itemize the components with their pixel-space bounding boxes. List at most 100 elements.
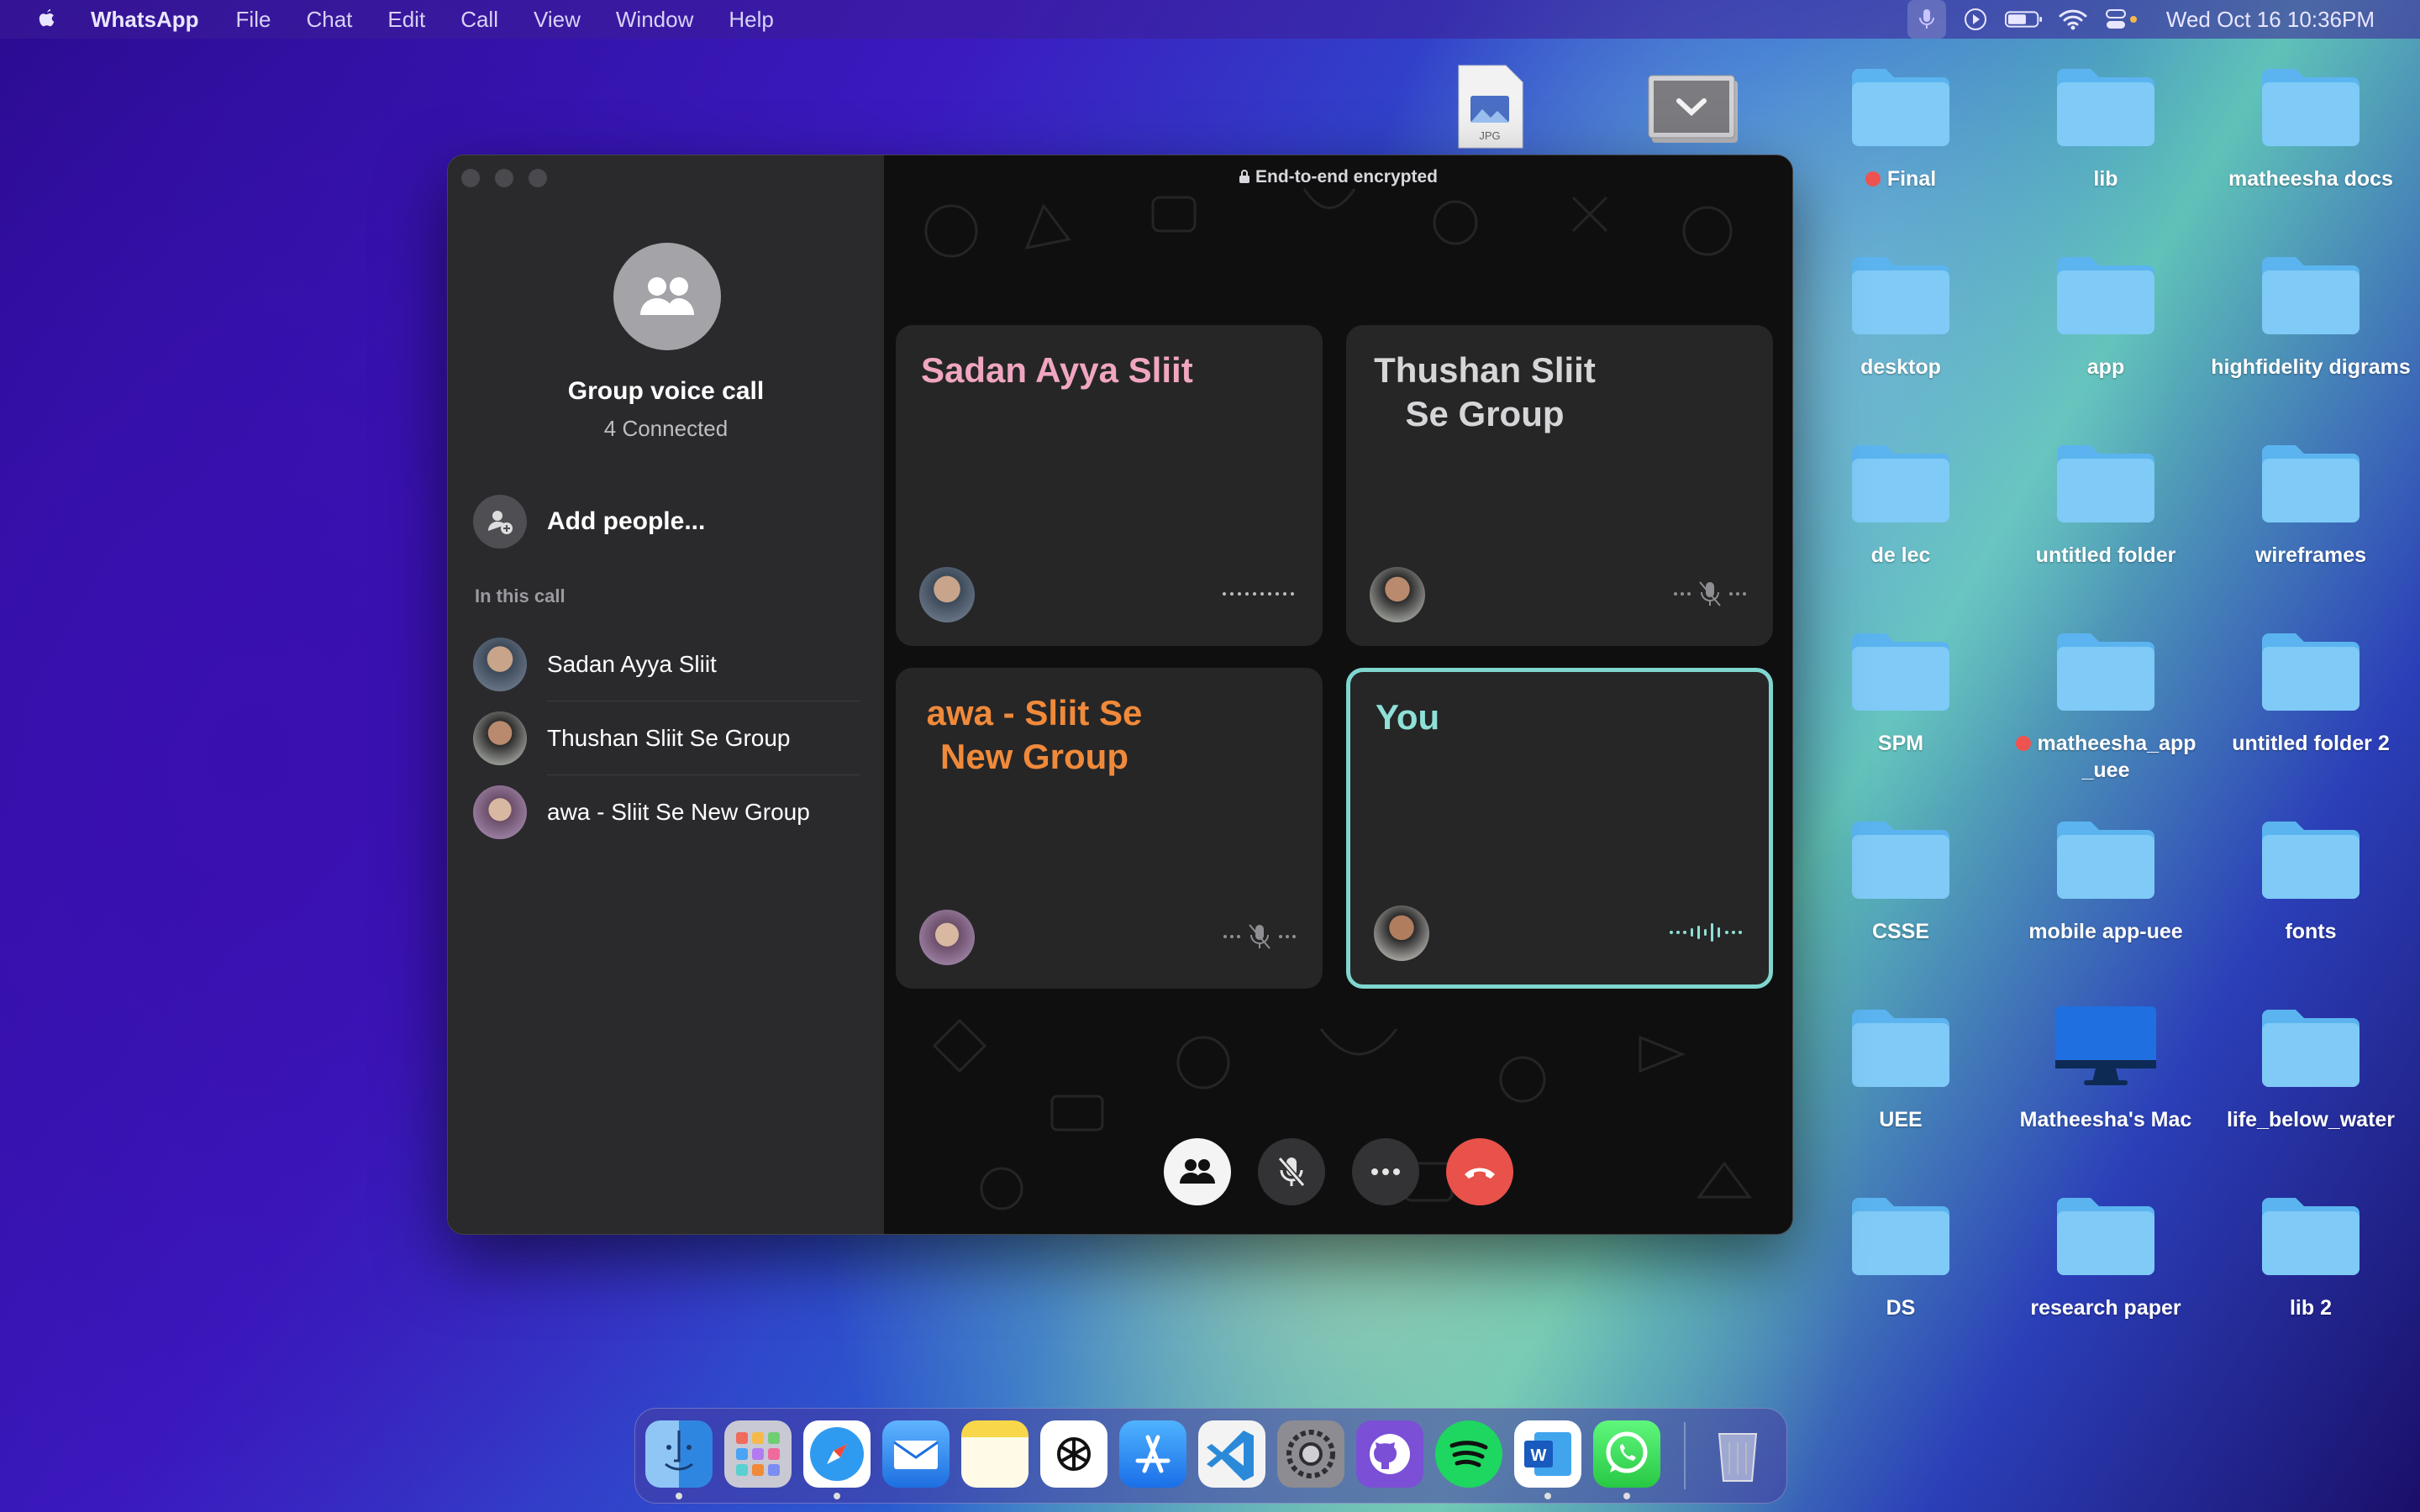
dock-chatgpt-icon[interactable] (1040, 1420, 1107, 1488)
folder-icon (2057, 69, 2154, 146)
desktop-item[interactable]: DS (1800, 1193, 2002, 1321)
zoom-window-button[interactable] (529, 169, 547, 187)
desktop-item-label: desktop (1800, 354, 2002, 381)
desktop-item-label: fonts (2210, 918, 2412, 945)
desktop-item[interactable]: de lec (1800, 440, 2002, 569)
self-tile[interactable]: You (1346, 668, 1773, 989)
desktop-item[interactable]: untitled folder 2 (2210, 628, 2412, 757)
desktop-item[interactable]: wireframes (2210, 440, 2412, 569)
encryption-text: End-to-end encrypted (1255, 167, 1438, 186)
svg-text:W: W (1531, 1446, 1547, 1465)
menu-window[interactable]: Window (616, 7, 693, 33)
participant-row[interactable]: Sadan Ayya Sliit (473, 627, 860, 701)
menu-view[interactable]: View (534, 7, 581, 33)
menu-chat[interactable]: Chat (306, 7, 352, 33)
desktop-item-label: life_below_water (2210, 1106, 2412, 1133)
mic-in-use-icon[interactable] (1907, 0, 1946, 39)
control-center-icon[interactable] (2102, 0, 2141, 39)
dock-vscode-icon[interactable] (1198, 1420, 1265, 1488)
tile-name: Thushan Sliit Se Group (1374, 350, 1596, 433)
running-indicator (676, 1493, 682, 1499)
add-people-button[interactable]: Add people... (473, 495, 705, 549)
desktop-item[interactable]: Matheesha's Mac (2005, 1005, 2207, 1133)
avatar (1370, 567, 1425, 622)
menu-edit[interactable]: Edit (387, 7, 425, 33)
desktop-item-text: app (2086, 355, 2125, 379)
battery-icon[interactable] (2004, 0, 2044, 39)
desktop-item[interactable]: matheesha_app _uee (2005, 628, 2207, 784)
participant-row[interactable]: Thushan Sliit Se Group (473, 701, 860, 775)
dock-app-store-icon[interactable] (1119, 1420, 1186, 1488)
desktop-item[interactable]: Final (1800, 64, 2002, 192)
dock-mail-icon[interactable] (882, 1420, 950, 1488)
dock-notes-icon[interactable] (961, 1420, 1028, 1488)
call-sidebar: Group voice call 4 Connected Add people.… (448, 155, 884, 1234)
dock-spotify-icon[interactable] (1435, 1420, 1502, 1488)
desktop-item[interactable]: desktop (1800, 252, 2002, 381)
menu-clock[interactable]: Wed Oct 16 10:36PM (2166, 7, 2375, 33)
add-people-label: Add people... (547, 507, 706, 535)
close-window-button[interactable] (461, 169, 480, 187)
participant-list: Sadan Ayya Sliit Thushan Sliit Se Group … (473, 627, 860, 849)
desktop-item[interactable]: life_below_water (2210, 1005, 2412, 1133)
desktop-item[interactable]: lib 2 (2210, 1193, 2412, 1321)
tile-name: You (1376, 697, 1440, 737)
desktop-item-label: CSSE (1800, 918, 2002, 945)
menu-call[interactable]: Call (460, 7, 498, 33)
dock-finder-icon[interactable] (645, 1420, 713, 1488)
avatar (473, 711, 527, 765)
dock-word-icon[interactable]: W (1514, 1420, 1581, 1488)
folder-icon (1852, 1198, 1949, 1275)
desktop-item[interactable]: research paper (2005, 1193, 2207, 1321)
desktop-item-label: app (2005, 354, 2207, 381)
desktop-item[interactable]: SPM (1800, 628, 2002, 757)
muted-indicator (1222, 920, 1297, 953)
desktop-item[interactable]: lib (2005, 64, 2207, 192)
desktop-item-label: highfidelity digrams (2210, 354, 2412, 381)
tag-dot (1865, 171, 1881, 186)
dock-github-icon[interactable] (1356, 1420, 1423, 1488)
desktop-item[interactable]: fonts (2210, 816, 2412, 945)
folder-icon (2057, 257, 2154, 334)
avatar (1374, 906, 1429, 961)
screen-recording-icon[interactable] (1956, 0, 1995, 39)
apple-menu-icon[interactable] (34, 7, 59, 32)
folder-icon (1852, 1010, 1949, 1087)
desktop-item-text: wireframes (2254, 543, 2367, 567)
tile-name: Sadan Ayya Sliit (921, 350, 1193, 390)
wifi-icon[interactable] (2054, 0, 2092, 39)
participant-tile[interactable]: Sadan Ayya Sliit (896, 325, 1323, 646)
menu-file[interactable]: File (236, 7, 271, 33)
desktop-item[interactable]: untitled folder (2005, 440, 2207, 569)
tag-dot (2015, 736, 2031, 751)
desktop-item[interactable]: highfidelity digrams (2210, 252, 2412, 381)
desktop-item[interactable]: matheesha docs (2210, 64, 2412, 192)
desktop-item[interactable]: CSSE (1800, 816, 2002, 945)
minimize-window-button[interactable] (495, 169, 513, 187)
jpg-file-icon[interactable]: JPG (1452, 62, 1528, 151)
menu-app-name[interactable]: WhatsApp (91, 7, 199, 33)
end-call-button[interactable] (1445, 1138, 1513, 1205)
desktop-item-label: UEE (1800, 1106, 2002, 1133)
desktop-item[interactable]: mobile app-uee (2005, 816, 2207, 945)
participant-tile[interactable]: Thushan Sliit Se Group (1346, 325, 1773, 646)
desktop-item[interactable]: UEE (1800, 1005, 2002, 1133)
participants-button[interactable] (1163, 1138, 1231, 1205)
participant-row[interactable]: awa - Sliit Se New Group (473, 775, 860, 849)
desktop-item[interactable]: app (2005, 252, 2207, 381)
mute-button[interactable] (1257, 1138, 1325, 1205)
participant-tile[interactable]: awa - Sliit Se New Group (896, 668, 1323, 989)
dock-trash-icon[interactable] (1704, 1420, 1771, 1488)
dock-safari-icon[interactable] (803, 1420, 871, 1488)
dock-whatsapp-icon[interactable] (1593, 1420, 1660, 1488)
menu-help[interactable]: Help (729, 7, 773, 33)
avatar (473, 638, 527, 691)
dock-launchpad-icon[interactable] (724, 1420, 792, 1488)
more-options-button[interactable] (1351, 1138, 1419, 1205)
dock-system-settings-icon[interactable] (1277, 1420, 1344, 1488)
download-stack-icon[interactable] (1647, 72, 1741, 148)
folder-icon (1852, 822, 1949, 899)
desktop-item-text: lib 2 (2289, 1296, 2332, 1320)
desktop-item-label: DS (1800, 1294, 2002, 1321)
avatar (473, 785, 527, 839)
